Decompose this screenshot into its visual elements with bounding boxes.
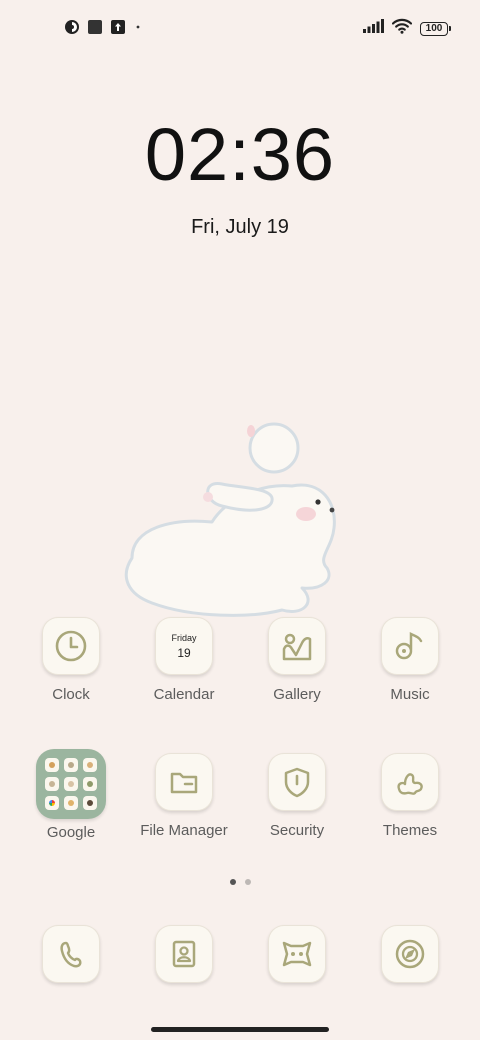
notification-dot-icon	[133, 19, 143, 35]
app-calendar[interactable]: Friday 19 Calendar	[128, 617, 240, 703]
music-icon[interactable]	[381, 617, 439, 675]
shield-icon[interactable]	[268, 753, 326, 811]
mini-app-icon	[64, 777, 78, 791]
mini-app-icon	[45, 758, 59, 772]
dock-browser[interactable]	[354, 925, 466, 983]
mini-app-icon	[64, 796, 78, 810]
dock-phone[interactable]	[15, 925, 127, 983]
app-label: Gallery	[273, 686, 321, 703]
app-label: Clock	[52, 686, 90, 703]
page-dot[interactable]	[244, 879, 251, 885]
battery-indicator: 100	[420, 21, 451, 36]
app-clock[interactable]: Clock	[15, 617, 127, 703]
home-gesture-bar[interactable]	[151, 1027, 329, 1032]
status-right: 100	[363, 18, 451, 39]
app-label: Music	[390, 686, 430, 703]
themes-icon[interactable]	[381, 753, 439, 811]
clock-time[interactable]: 02:36	[0, 112, 480, 197]
app-label: Security	[269, 822, 325, 839]
app-label: Calendar	[153, 686, 215, 703]
app-label: Google	[46, 824, 96, 841]
gallery-icon[interactable]	[268, 617, 326, 675]
page-dot-active[interactable]	[229, 879, 236, 885]
page-indicator	[0, 879, 480, 885]
upload-arrow-icon	[110, 19, 126, 35]
wifi-icon	[391, 18, 413, 39]
app-label: File Manager	[140, 822, 228, 839]
app-gallery[interactable]: Gallery	[241, 617, 353, 703]
mini-app-icon	[83, 777, 97, 791]
clock-icon[interactable]	[42, 617, 100, 675]
mini-app-icon	[64, 758, 78, 772]
mini-app-icon	[83, 796, 97, 810]
messaging-icon[interactable]	[268, 925, 326, 983]
bunny-wallpaper-illustration	[124, 422, 336, 617]
contacts-icon[interactable]	[155, 925, 213, 983]
signal-icon	[363, 19, 384, 38]
app-security[interactable]: Security	[241, 753, 353, 839]
calendar-icon[interactable]: Friday 19	[155, 617, 213, 675]
mini-app-icon	[45, 796, 59, 810]
mini-app-icon	[45, 777, 59, 791]
status-left	[64, 19, 143, 35]
browser-icon[interactable]	[381, 925, 439, 983]
app-file-manager[interactable]: File Manager	[128, 753, 240, 839]
calendar-day: Friday	[171, 632, 197, 643]
app-label: Themes	[382, 822, 438, 839]
calendar-date: 19	[177, 645, 191, 660]
app-google-folder[interactable]: Google	[15, 749, 127, 841]
app-themes[interactable]: Themes	[354, 753, 466, 839]
folder-icon[interactable]	[155, 753, 213, 811]
clock-date[interactable]: Fri, July 19	[0, 216, 480, 239]
dock-messaging[interactable]	[241, 925, 353, 983]
status-bar: 100	[0, 0, 480, 56]
dock-contacts[interactable]	[128, 925, 240, 983]
phone-icon[interactable]	[42, 925, 100, 983]
photo-camera-icon	[64, 19, 80, 35]
google-folder-icon[interactable]	[36, 749, 106, 819]
mini-app-icon	[83, 758, 97, 772]
app-music[interactable]: Music	[354, 617, 466, 703]
square-app-icon	[87, 19, 103, 35]
